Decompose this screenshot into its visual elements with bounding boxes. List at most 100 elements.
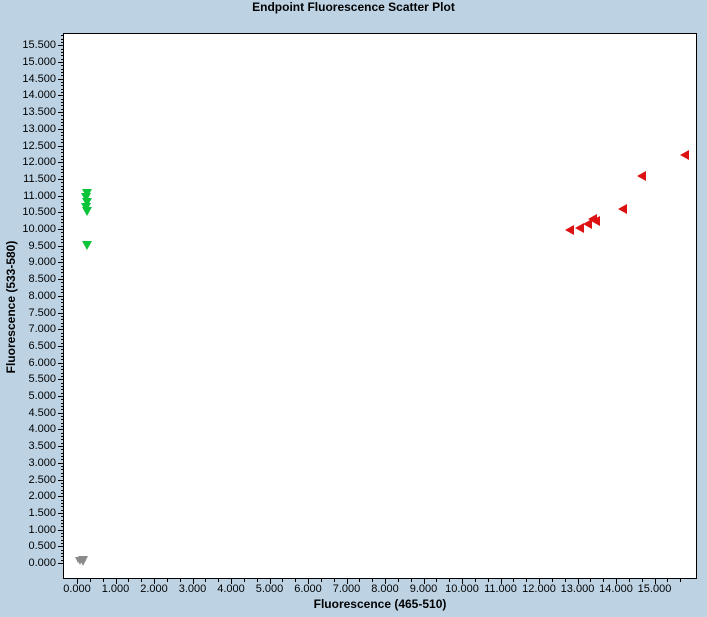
y-tick-label: 13.000 xyxy=(22,122,56,135)
y-minor-tick xyxy=(61,409,63,411)
y-minor-tick xyxy=(61,416,63,418)
x-minor-tick xyxy=(397,579,399,582)
y-tick-label: 14.000 xyxy=(22,89,56,102)
y-minor-tick xyxy=(61,492,63,494)
y-major-tick xyxy=(58,128,63,130)
y-minor-tick xyxy=(61,182,63,184)
y-tick-label: 1.500 xyxy=(28,506,56,519)
y-minor-tick xyxy=(61,122,63,124)
y-minor-tick xyxy=(61,309,63,311)
y-minor-tick xyxy=(61,92,63,94)
x-minor-tick xyxy=(205,579,207,582)
y-tick-label: 8.500 xyxy=(28,273,56,286)
y-major-tick xyxy=(58,546,63,548)
x-minor-tick xyxy=(410,579,412,582)
y-tick-label: 10.000 xyxy=(22,223,56,235)
y-minor-tick xyxy=(61,319,63,321)
y-minor-tick xyxy=(61,519,63,521)
y-minor-tick xyxy=(61,536,63,538)
y-major-tick xyxy=(58,412,63,414)
y-minor-tick xyxy=(61,232,63,234)
y-minor-tick xyxy=(61,172,63,174)
y-minor-tick xyxy=(61,419,63,421)
y-minor-tick xyxy=(61,526,63,528)
y-tick-label: 14.500 xyxy=(22,72,56,85)
y-major-tick xyxy=(58,496,63,498)
y-minor-tick xyxy=(61,402,63,404)
red-cluster-data-point[interactable] xyxy=(583,218,593,229)
y-minor-tick xyxy=(61,332,63,334)
y-tick-label: 4.500 xyxy=(28,406,56,419)
red-cluster-data-point[interactable] xyxy=(636,170,646,181)
y-major-tick xyxy=(58,212,63,214)
y-tick-label: 8.000 xyxy=(28,289,56,302)
y-minor-tick xyxy=(61,486,63,488)
y-minor-tick xyxy=(61,41,63,43)
y-minor-tick xyxy=(61,559,63,561)
y-minor-tick xyxy=(61,272,63,274)
y-minor-tick xyxy=(61,48,63,50)
x-minor-tick xyxy=(218,579,220,582)
y-minor-tick xyxy=(61,489,63,491)
y-minor-tick xyxy=(61,476,63,478)
y-major-tick xyxy=(58,446,63,448)
y-minor-tick xyxy=(61,175,63,177)
y-minor-tick xyxy=(61,98,63,100)
y-minor-tick xyxy=(61,552,63,554)
x-minor-tick xyxy=(590,579,592,582)
y-minor-tick xyxy=(61,469,63,471)
y-tick-label: 2.500 xyxy=(28,473,56,486)
y-minor-tick xyxy=(61,359,63,361)
y-minor-tick xyxy=(61,539,63,541)
y-minor-tick xyxy=(61,406,63,408)
y-minor-tick xyxy=(61,148,63,150)
x-minor-tick xyxy=(102,579,104,582)
y-minor-tick xyxy=(61,275,63,277)
y-minor-tick xyxy=(61,472,63,474)
y-major-tick xyxy=(58,345,63,347)
green-cluster-data-point[interactable] xyxy=(82,207,92,217)
y-minor-tick xyxy=(61,352,63,354)
y-tick-label: 11.500 xyxy=(23,172,56,185)
y-major-tick xyxy=(58,145,63,147)
red-cluster-data-point[interactable] xyxy=(575,222,585,233)
green-cluster-data-point[interactable] xyxy=(82,241,92,251)
y-minor-tick xyxy=(61,506,63,508)
y-minor-tick xyxy=(61,439,63,441)
y-tick-label: 4.000 xyxy=(28,423,56,436)
y-minor-tick xyxy=(61,35,63,37)
y-tick-label: 5.000 xyxy=(28,390,56,402)
y-minor-tick xyxy=(61,449,63,451)
x-minor-tick xyxy=(179,579,181,582)
gray-cluster-data-point[interactable] xyxy=(82,556,89,563)
y-minor-tick xyxy=(61,158,63,160)
y-minor-tick xyxy=(61,58,63,60)
y-minor-tick xyxy=(61,135,63,137)
y-minor-tick xyxy=(61,102,63,104)
red-cluster-data-point[interactable] xyxy=(617,203,627,214)
x-axis-title: Fluorescence (465-510) xyxy=(313,597,447,611)
red-cluster-data-point[interactable] xyxy=(564,225,574,235)
red-cluster-data-point[interactable] xyxy=(680,149,690,160)
y-major-tick xyxy=(58,262,63,264)
y-minor-tick xyxy=(61,252,63,254)
x-minor-tick xyxy=(359,579,361,582)
y-minor-tick xyxy=(61,115,63,117)
y-minor-tick xyxy=(61,38,63,40)
y-minor-tick xyxy=(61,242,63,244)
y-minor-tick xyxy=(61,132,63,134)
y-major-tick xyxy=(58,379,63,381)
y-minor-tick xyxy=(61,285,63,287)
y-major-tick xyxy=(58,529,63,531)
y-minor-tick xyxy=(61,339,63,341)
y-minor-tick xyxy=(61,549,63,551)
y-tick-label: 3.000 xyxy=(28,456,56,469)
y-minor-tick xyxy=(61,466,63,468)
y-minor-tick xyxy=(61,325,63,327)
y-minor-tick xyxy=(61,335,63,337)
x-minor-tick xyxy=(680,579,682,582)
y-tick-label: 0.500 xyxy=(28,540,56,553)
y-major-tick xyxy=(58,429,63,431)
x-minor-tick xyxy=(243,579,245,582)
y-tick-label: 12.500 xyxy=(22,139,56,152)
